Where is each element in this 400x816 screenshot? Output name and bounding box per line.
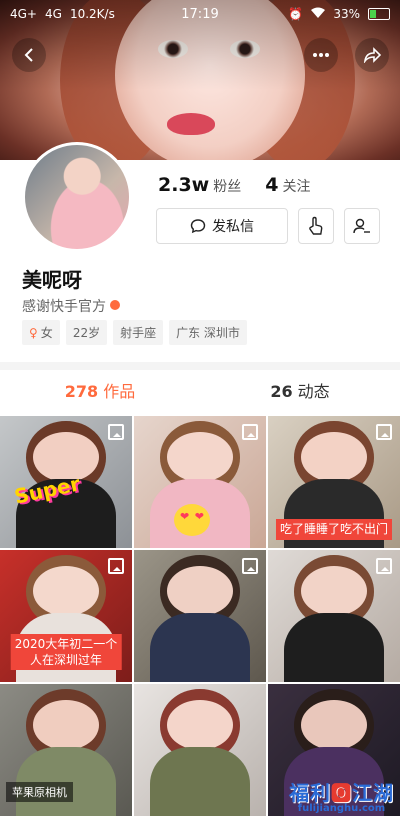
tag-location: 广东 深圳市 <box>169 320 247 345</box>
battery-icon <box>368 8 390 20</box>
image-icon <box>376 558 392 574</box>
hand-tap-icon <box>309 216 323 235</box>
follow-count: 4 <box>265 174 279 196</box>
content-tabs: 278 作品 26 动态 <box>0 370 400 414</box>
profile-tags: ♀ 女 22岁 射手座 广东 深圳市 <box>22 320 247 345</box>
alarm-icon: ⏰ <box>288 7 304 21</box>
grid-item[interactable]: 福利🅾江湖 fulijianghu.com <box>268 684 400 816</box>
profile-actions: 发私信 <box>156 208 380 244</box>
chevron-left-icon <box>24 48 33 62</box>
follow-stat[interactable]: 4 关注 <box>265 174 310 196</box>
more-button[interactable] <box>304 38 338 72</box>
tab-works-label: 作品 <box>103 382 136 401</box>
add-user-icon <box>353 218 370 234</box>
tab-moments-count: 26 <box>270 382 293 401</box>
fans-stat[interactable]: 2.3w 粉丝 <box>158 174 241 196</box>
share-button[interactable] <box>355 38 389 72</box>
back-button[interactable] <box>12 38 46 72</box>
profile-name: 美呢呀 <box>22 268 82 292</box>
bio-text: 感谢快手官方 <box>22 299 106 315</box>
grid-item[interactable] <box>134 550 266 682</box>
grid-caption: 吃了睡睡了吃不出门 <box>275 519 393 540</box>
grid-item[interactable] <box>134 416 266 548</box>
watermark-logo: 福利🅾江湖 fulijianghu.com <box>289 781 394 814</box>
avatar[interactable] <box>22 142 132 252</box>
grid-caption: 2020大年初二一个 人在深圳过年 <box>10 634 122 670</box>
fans-label: 粉丝 <box>213 179 242 195</box>
grid-item[interactable]: 苹果原相机 <box>0 684 132 816</box>
tab-moments[interactable]: 26 动态 <box>200 370 400 414</box>
image-icon <box>108 424 124 440</box>
cover-mouth <box>167 113 215 135</box>
tab-moments-label: 动态 <box>297 382 330 401</box>
works-grid: Super 吃了睡睡了吃不出门 2020大年初二一个 人在深圳过年 <box>0 416 400 816</box>
tag-zodiac: 射手座 <box>113 320 164 345</box>
send-message-button[interactable]: 发私信 <box>156 208 288 244</box>
profile-stats: 2.3w 粉丝 4 关注 <box>158 174 310 196</box>
wifi-icon <box>311 7 326 22</box>
more-dots-icon <box>313 53 329 57</box>
grid-item[interactable] <box>134 684 266 816</box>
network-indicator: 4G+ <box>10 7 37 21</box>
section-divider <box>0 362 400 370</box>
share-arrow-icon <box>363 47 381 63</box>
profile-section: 2.3w 粉丝 4 关注 发私信 美呢呀 感谢快手官方 ♀ 女 22岁 射手座 … <box>0 142 400 360</box>
status-time: 17:19 <box>181 6 219 22</box>
tab-works-count: 278 <box>64 382 99 401</box>
grid-item[interactable]: 2020大年初二一个 人在深圳过年 <box>0 550 132 682</box>
battery-percent: 33% <box>333 7 360 21</box>
send-message-label: 发私信 <box>212 219 254 235</box>
emoji-sticker <box>174 504 210 536</box>
tab-works[interactable]: 278 作品 <box>0 370 200 414</box>
network-speed: 10.2K/s <box>69 7 115 21</box>
network-indicator: 4G <box>45 7 62 21</box>
fans-count: 2.3w <box>158 174 210 196</box>
image-icon <box>108 558 124 574</box>
grid-caption: 苹果原相机 <box>6 782 73 802</box>
balloon-icon <box>110 300 120 310</box>
grid-item[interactable]: Super <box>0 416 132 548</box>
poke-button[interactable] <box>298 208 334 244</box>
tag-gender: ♀ 女 <box>22 320 60 345</box>
chat-bubble-icon <box>190 219 206 234</box>
profile-bio: 感谢快手官方 <box>22 296 120 316</box>
status-bar: 4G+ 4G 10.2K/s 17:19 ⏰ 33% <box>0 0 400 28</box>
grid-item[interactable] <box>268 550 400 682</box>
follow-label: 关注 <box>282 179 311 195</box>
add-friend-button[interactable] <box>344 208 380 244</box>
tag-age: 22岁 <box>65 320 108 345</box>
grid-item[interactable]: 吃了睡睡了吃不出门 <box>268 416 400 548</box>
image-icon <box>376 424 392 440</box>
image-icon <box>242 558 258 574</box>
female-icon: ♀ <box>29 325 38 340</box>
image-icon <box>242 424 258 440</box>
